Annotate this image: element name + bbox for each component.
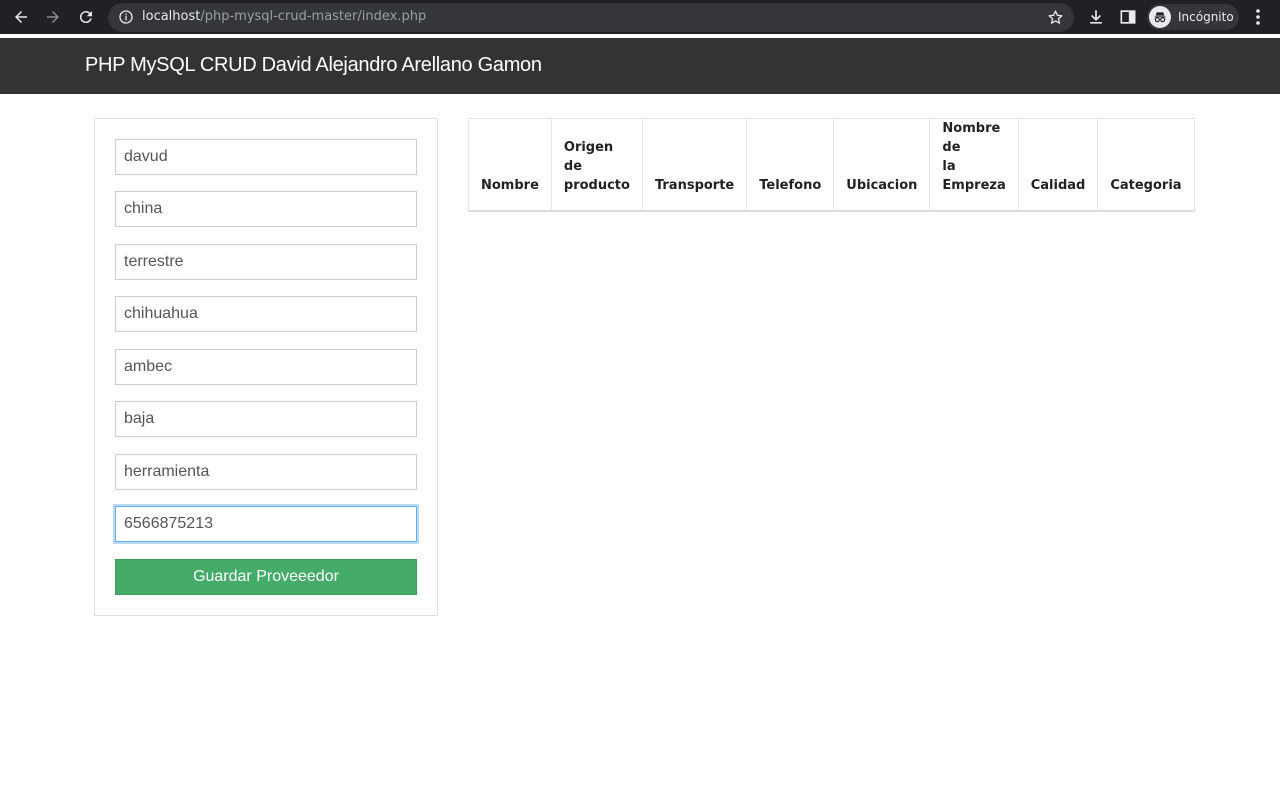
incognito-icon [1149, 6, 1171, 28]
suppliers-table: Nombre Origen de producto Transporte Tele… [468, 118, 1195, 212]
reload-icon [79, 11, 92, 24]
column-header-nombre: Nombre [468, 118, 552, 212]
info-icon[interactable] [118, 9, 134, 25]
table-header-row: Nombre Origen de producto Transporte Tele… [468, 118, 1195, 212]
download-icon[interactable] [1086, 7, 1106, 27]
ubicacion-input[interactable] [115, 296, 417, 332]
incognito-label: Incógnito [1178, 10, 1234, 24]
column-header-ubicacion: Ubicacion [833, 118, 931, 212]
url-text[interactable]: localhost/php-mysql-crud-master/index.ph… [142, 9, 426, 24]
save-supplier-button[interactable]: Guardar Proveeedor [115, 559, 417, 595]
telefono-input[interactable] [115, 506, 417, 542]
arrow-left-icon [15, 11, 27, 23]
forward-button[interactable] [41, 5, 65, 29]
incognito-profile-button[interactable]: Incógnito [1147, 4, 1239, 30]
address-bar[interactable]: localhost/php-mysql-crud-master/index.ph… [108, 3, 1074, 32]
column-header-categoria: Categoria [1097, 118, 1195, 212]
side-panel-icon[interactable] [1118, 7, 1138, 27]
column-header-telefono: Telefono [746, 118, 835, 212]
supplier-form-card: Guardar Proveeedor [94, 118, 438, 616]
back-button[interactable] [9, 5, 33, 29]
transporte-input[interactable] [115, 244, 417, 280]
empresa-input[interactable] [115, 349, 417, 385]
column-header-calidad: Calidad [1017, 118, 1099, 212]
column-header-empresa: Nombre de la Empreza [929, 118, 1019, 212]
bookmark-star-icon[interactable] [1047, 9, 1064, 26]
categoria-input[interactable] [115, 454, 417, 490]
app-navbar: PHP MySQL CRUD David Alejandro Arellano … [0, 38, 1280, 94]
column-header-transporte: Transporte [641, 118, 748, 212]
nombre-input[interactable] [115, 139, 417, 175]
more-menu-icon[interactable] [1250, 7, 1266, 27]
origen-input[interactable] [115, 191, 417, 227]
app-title-link[interactable]: PHP MySQL CRUD David Alejandro Arellano … [85, 54, 542, 77]
reload-button[interactable] [74, 5, 98, 29]
calidad-input[interactable] [115, 401, 417, 437]
browser-toolbar: localhost/php-mysql-crud-master/index.ph… [0, 0, 1280, 34]
column-header-origen: Origen de producto [550, 118, 643, 212]
arrow-right-icon [47, 11, 59, 23]
